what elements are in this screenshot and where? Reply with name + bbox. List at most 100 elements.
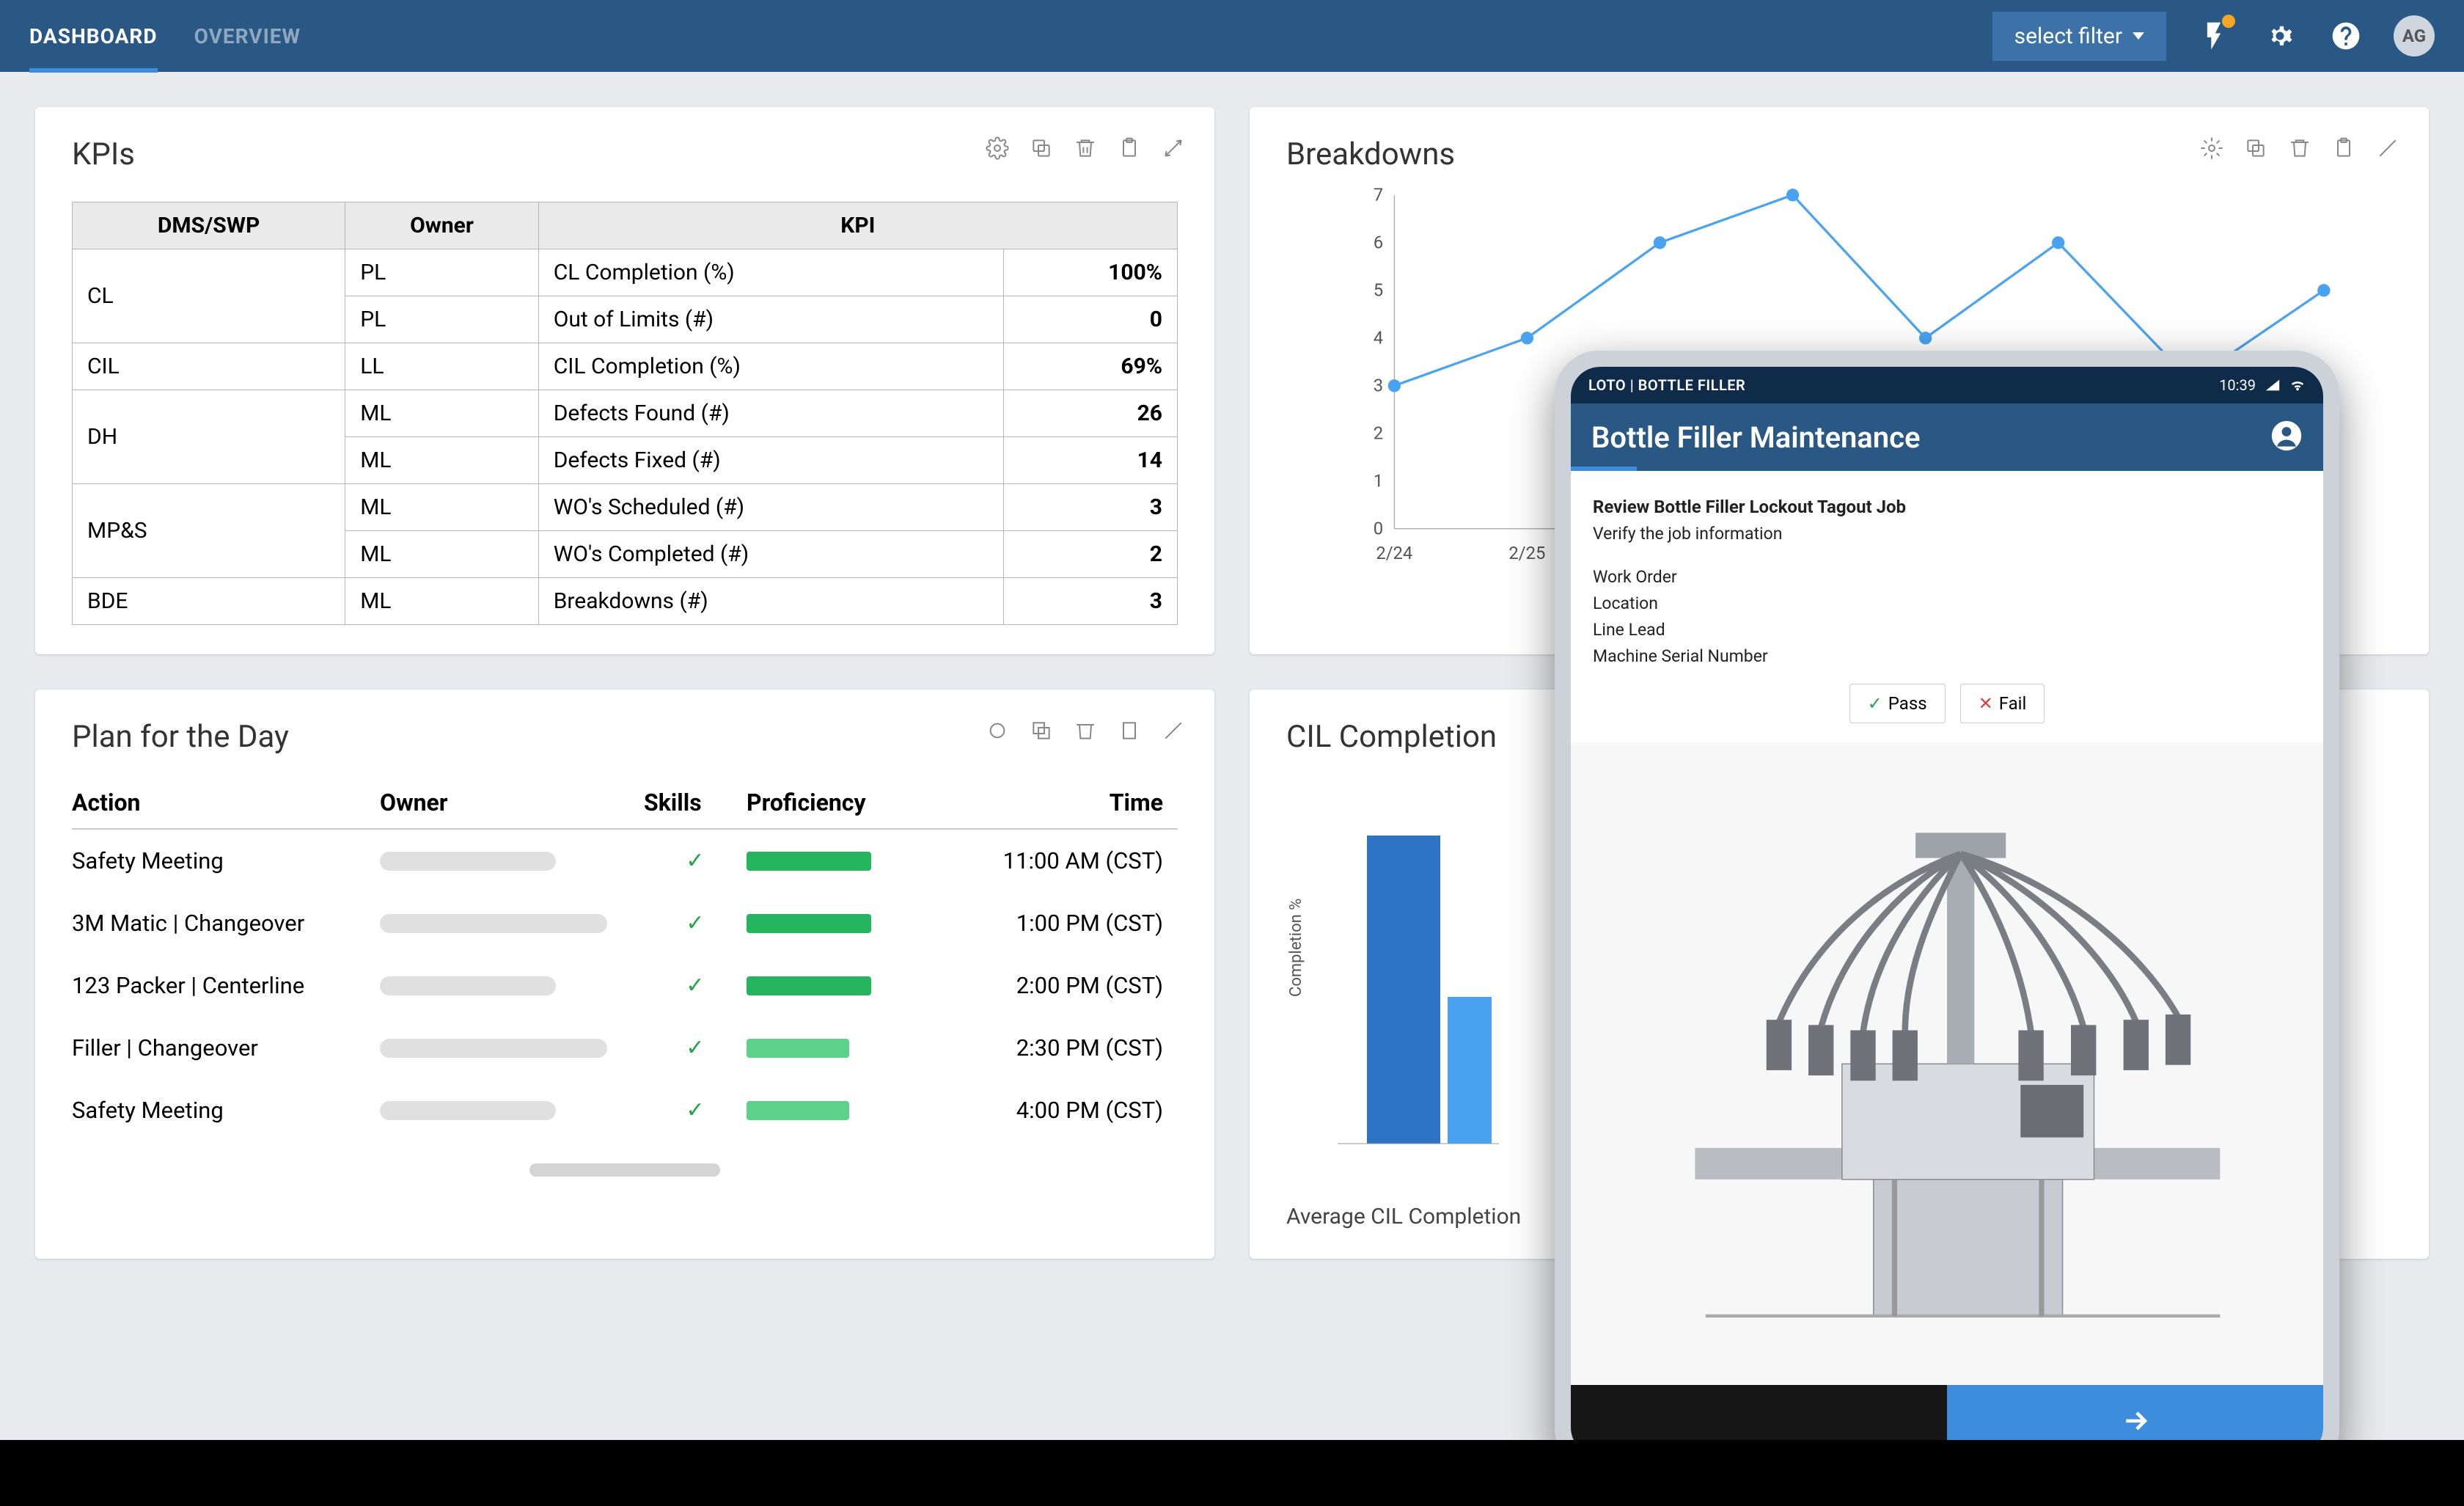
plan-header: Action Owner Skills Proficiency Time bbox=[72, 777, 1178, 830]
settings-icon[interactable] bbox=[2262, 18, 2298, 54]
tablet-device: LOTO | BOTTLE FILLER 10:39 Bottle Filler… bbox=[1555, 351, 2339, 1473]
plan-owner bbox=[380, 1101, 644, 1120]
signal-icon bbox=[2265, 377, 2281, 393]
table-row: MP&SMLWO's Scheduled (#)3 bbox=[73, 484, 1178, 531]
plan-prof bbox=[747, 1039, 959, 1058]
cell-group: CL bbox=[73, 249, 345, 343]
ph-prof: Proficiency bbox=[747, 789, 959, 816]
svg-text:4: 4 bbox=[1374, 327, 1383, 348]
cell-value: 14 bbox=[1004, 437, 1178, 484]
expand-icon[interactable] bbox=[2376, 136, 2399, 160]
svg-text:0: 0 bbox=[1374, 518, 1383, 538]
user-avatar[interactable]: AG bbox=[2394, 15, 2435, 56]
th-owner: Owner bbox=[345, 202, 538, 249]
plan-time: 2:30 PM (CST) bbox=[959, 1034, 1178, 1061]
cell-group: CIL bbox=[73, 343, 345, 390]
tablet-image bbox=[1571, 742, 2323, 1385]
cell-owner: PL bbox=[345, 249, 538, 296]
copy-icon[interactable] bbox=[1030, 136, 1053, 160]
tablet-statusbar: LOTO | BOTTLE FILLER 10:39 bbox=[1571, 367, 2323, 403]
ph-action: Action bbox=[72, 789, 380, 816]
plan-action: Filler | Changeover bbox=[72, 1034, 380, 1061]
help-icon[interactable] bbox=[2328, 18, 2364, 54]
copy-icon[interactable] bbox=[1030, 719, 1053, 742]
copy-icon[interactable] bbox=[2244, 136, 2267, 160]
plan-prof bbox=[747, 914, 959, 933]
cell-kpi: Defects Fixed (#) bbox=[538, 437, 1003, 484]
top-nav: DASHBOARD OVERVIEW select filter AG bbox=[0, 0, 2464, 72]
plan-card: Plan for the Day Action Owner Skills Pro… bbox=[35, 690, 1214, 1259]
fail-button[interactable]: ✕Fail bbox=[1960, 684, 2045, 723]
gear-icon[interactable] bbox=[2200, 136, 2223, 160]
plan-action: Safety Meeting bbox=[72, 1097, 380, 1124]
check-icon: ✓ bbox=[644, 973, 747, 998]
pass-button[interactable]: ✓Pass bbox=[1849, 684, 1946, 723]
cell-owner: ML bbox=[345, 531, 538, 578]
cell-value: 100% bbox=[1004, 249, 1178, 296]
caret-down-icon bbox=[2133, 32, 2144, 40]
cell-value: 26 bbox=[1004, 390, 1178, 437]
field-wo: Work Order bbox=[1593, 567, 2301, 587]
pass-label: Pass bbox=[1888, 693, 1927, 714]
clipboard-icon[interactable] bbox=[1118, 136, 1141, 160]
filter-label: select filter bbox=[2014, 23, 2122, 49]
cell-owner: PL bbox=[345, 296, 538, 343]
select-filter-button[interactable]: select filter bbox=[1992, 12, 2166, 61]
cell-kpi: CIL Completion (%) bbox=[538, 343, 1003, 390]
cell-kpi: WO's Scheduled (#) bbox=[538, 484, 1003, 531]
user-icon[interactable] bbox=[2270, 420, 2303, 455]
cell-value: 2 bbox=[1004, 531, 1178, 578]
tablet-context: LOTO | BOTTLE FILLER bbox=[1588, 376, 1745, 394]
plan-row: Filler | Changeover ✓ 2:30 PM (CST) bbox=[72, 1017, 1178, 1079]
svg-text:3: 3 bbox=[1374, 375, 1383, 395]
plan-owner bbox=[380, 1039, 644, 1058]
cil-ylabel: Completion % bbox=[1287, 899, 1305, 997]
check-icon: ✓ bbox=[644, 910, 747, 936]
check-icon: ✓ bbox=[644, 1097, 747, 1123]
cell-group: DH bbox=[73, 390, 345, 484]
notifications-icon[interactable] bbox=[2196, 18, 2232, 54]
table-row: CILLLCIL Completion (%)69% bbox=[73, 343, 1178, 390]
cell-owner: ML bbox=[345, 484, 538, 531]
tablet-body: Review Bottle Filler Lockout Tagout Job … bbox=[1571, 471, 2323, 742]
clipboard-icon[interactable] bbox=[2332, 136, 2355, 160]
cell-value: 3 bbox=[1004, 484, 1178, 531]
plan-time: 2:00 PM (CST) bbox=[959, 972, 1178, 999]
tab-dashboard[interactable]: DASHBOARD bbox=[29, 0, 158, 72]
tab-overview[interactable]: OVERVIEW bbox=[194, 0, 301, 72]
plan-time: 11:00 AM (CST) bbox=[959, 847, 1178, 874]
plan-row: 3M Matic | Changeover ✓ 1:00 PM (CST) bbox=[72, 892, 1178, 954]
table-row: BDEMLBreakdowns (#)3 bbox=[73, 578, 1178, 625]
ph-owner: Owner bbox=[380, 789, 644, 816]
svg-text:5: 5 bbox=[1374, 279, 1383, 300]
plan-prof bbox=[747, 976, 959, 995]
plan-row: Safety Meeting ✓ 4:00 PM (CST) bbox=[72, 1079, 1178, 1141]
clipboard-icon[interactable] bbox=[1118, 719, 1141, 742]
tablet-header: Bottle Filler Maintenance bbox=[1571, 403, 2323, 471]
kpi-card: KPIs DMS/SWP Owner KPI CLPLCL Completion… bbox=[35, 107, 1214, 654]
gear-icon[interactable] bbox=[986, 719, 1009, 742]
plan-action: Safety Meeting bbox=[72, 847, 380, 874]
notification-badge bbox=[2222, 15, 2235, 28]
scroll-indicator[interactable] bbox=[529, 1163, 720, 1177]
ph-time: Time bbox=[959, 789, 1178, 816]
gear-icon[interactable] bbox=[986, 136, 1009, 160]
field-loc: Location bbox=[1593, 593, 2301, 613]
check-icon: ✓ bbox=[644, 848, 747, 874]
cell-group: BDE bbox=[73, 578, 345, 625]
expand-icon[interactable] bbox=[1162, 719, 1185, 742]
plan-row: 123 Packer | Centerline ✓ 2:00 PM (CST) bbox=[72, 954, 1178, 1017]
cell-kpi: CL Completion (%) bbox=[538, 249, 1003, 296]
table-row: CLPLCL Completion (%)100% bbox=[73, 249, 1178, 296]
ph-skills: Skills bbox=[644, 789, 747, 816]
trash-icon[interactable] bbox=[1074, 719, 1097, 742]
svg-text:2/25: 2/25 bbox=[1508, 543, 1545, 563]
trash-icon[interactable] bbox=[1074, 136, 1097, 160]
expand-icon[interactable] bbox=[1162, 136, 1185, 160]
plan-prof bbox=[747, 1101, 959, 1120]
plan-action: 3M Matic | Changeover bbox=[72, 910, 380, 937]
trash-icon[interactable] bbox=[2288, 136, 2311, 160]
cell-kpi: Out of Limits (#) bbox=[538, 296, 1003, 343]
th-dms: DMS/SWP bbox=[73, 202, 345, 249]
cell-owner: ML bbox=[345, 437, 538, 484]
